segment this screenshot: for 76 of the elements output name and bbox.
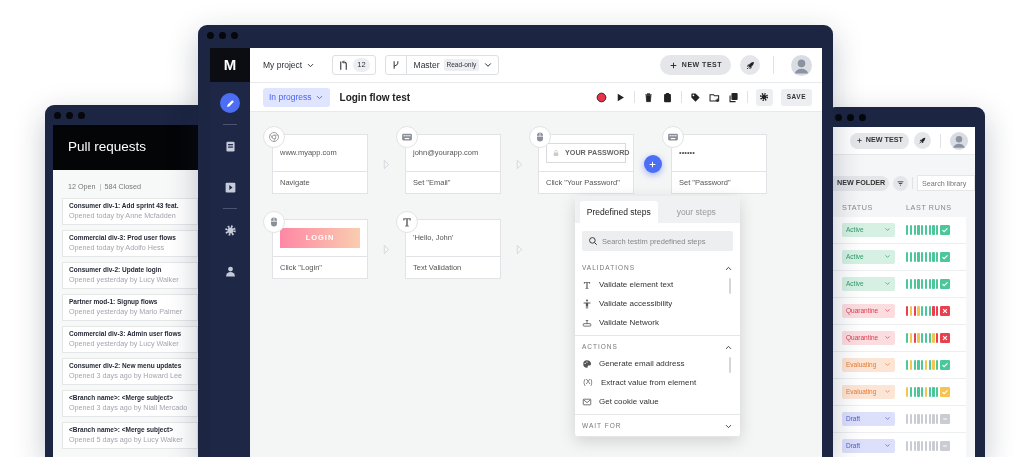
chevron-icon	[884, 280, 891, 288]
record-icon[interactable]	[595, 91, 607, 103]
search-icon	[588, 236, 598, 246]
clipboard-icon[interactable]	[661, 91, 673, 103]
keyboard-icon	[396, 126, 418, 148]
network-icon	[582, 317, 592, 328]
chevron-icon	[483, 60, 494, 70]
project-dropdown[interactable]: My project	[263, 58, 316, 72]
chevron-icon	[884, 361, 891, 369]
arrow-icon	[516, 158, 523, 170]
status-dropdown[interactable]: In progress	[263, 87, 330, 107]
chevron-icon	[884, 442, 891, 450]
pull-request-icon	[338, 59, 350, 71]
chevron-icon	[884, 253, 891, 261]
scrollbar-thumb[interactable]	[729, 357, 731, 373]
rocket-button[interactable]	[914, 132, 931, 149]
window-dot	[847, 114, 854, 121]
step-option[interactable]: Validate element text	[582, 275, 733, 294]
window-dot	[219, 32, 226, 39]
pencil-icon	[224, 97, 236, 109]
copy-icon[interactable]	[727, 91, 739, 103]
lock-icon	[552, 149, 560, 157]
add-step-button[interactable]	[643, 155, 662, 173]
window-dot	[231, 32, 238, 39]
window-title: Pull requests	[68, 138, 147, 157]
rocket-icon	[744, 59, 756, 71]
browser-icon	[263, 126, 285, 148]
test-title: Login flow test	[339, 90, 411, 105]
arrow-icon	[383, 158, 390, 170]
plus-icon	[668, 60, 678, 70]
tab[interactable]: Predefined steps	[580, 201, 658, 223]
window-dot	[859, 114, 866, 121]
arrow-icon	[516, 243, 523, 255]
avatar[interactable]	[791, 54, 812, 76]
filter-button[interactable]	[893, 175, 908, 191]
text-icon	[396, 211, 418, 233]
step-option[interactable]: Get cookie value	[582, 392, 733, 411]
mail-icon	[582, 396, 592, 407]
step-option[interactable]: Validate accessibility	[582, 294, 733, 313]
plus-icon	[648, 159, 657, 169]
mouse-icon	[529, 126, 551, 148]
settings-icon	[759, 92, 770, 102]
rocket-button[interactable]	[740, 55, 760, 75]
accessibility-icon	[582, 298, 592, 309]
settings-button[interactable]	[755, 88, 773, 106]
branch-icon	[390, 60, 401, 70]
rocket-icon	[918, 136, 927, 145]
user-icon	[223, 264, 237, 278]
keyboard-icon	[662, 126, 684, 148]
trash-icon[interactable]	[642, 91, 654, 103]
document-icon	[223, 139, 237, 153]
chevron-icon	[884, 388, 891, 396]
chevron-icon	[884, 334, 891, 342]
palette-icon	[582, 358, 592, 369]
logo[interactable]: M	[210, 48, 250, 82]
step-option[interactable]: Generate email address	[582, 354, 733, 373]
arrow-icon	[383, 243, 390, 255]
text-icon	[582, 279, 592, 290]
avatar[interactable]	[950, 131, 968, 150]
filter-icon	[896, 178, 906, 188]
chevron-icon	[884, 226, 891, 234]
sidebar-button[interactable]	[220, 93, 240, 113]
window-dot	[78, 112, 85, 119]
plus-icon	[855, 137, 863, 144]
chevron-icon	[884, 415, 891, 423]
scrollbar-thumb[interactable]	[729, 278, 731, 294]
window-dot	[54, 112, 61, 119]
mouse-icon	[263, 211, 285, 233]
window-dot	[66, 112, 73, 119]
step-option[interactable]: Validate Network	[582, 313, 733, 332]
play-icon	[223, 180, 237, 194]
settings-icon	[223, 223, 237, 237]
tag-icon[interactable]	[689, 91, 701, 103]
chevron-icon	[884, 307, 891, 315]
window-dot	[835, 114, 842, 121]
window-dot	[207, 32, 214, 39]
